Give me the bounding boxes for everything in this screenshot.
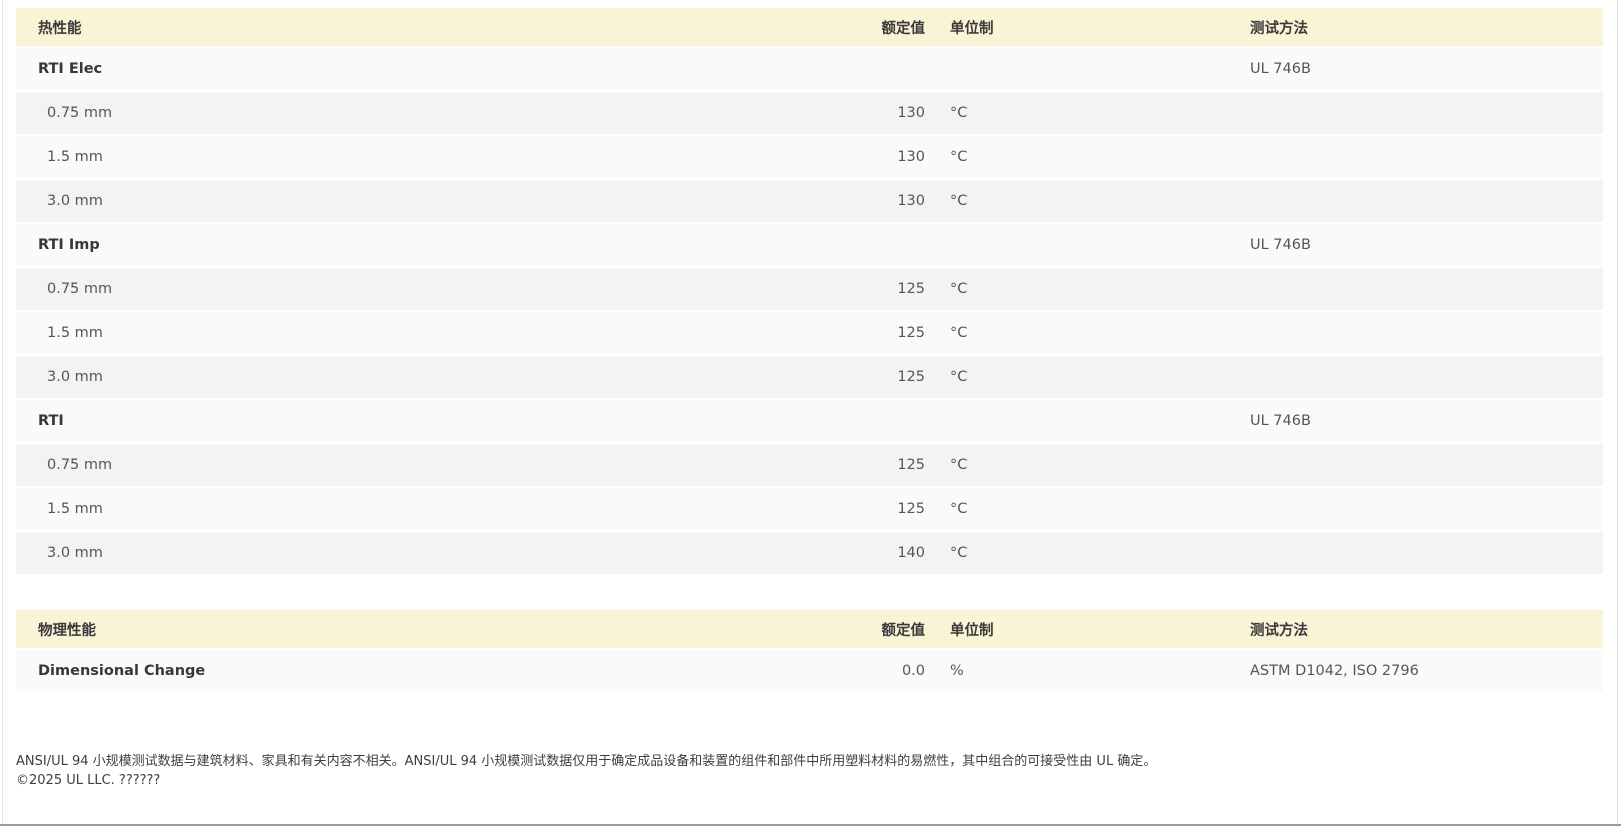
ansi-ul94-footnote: ANSI/UL 94 小规模测试数据与建筑材料、家具和有关内容不相关。ANSI/… [16,754,1157,769]
row-property-name: 3.0 mm [47,545,103,561]
row-property-name: RTI [38,413,64,429]
copyright-line: ©2025 UL LLC. ?????? [16,773,161,788]
row-rated-value: 125 [897,325,925,341]
row-rated-value: 130 [897,149,925,165]
row-property-name: RTI Imp [38,237,100,253]
physical-table-header-row: 物理性能 额定值 单位制 测试方法 [16,610,1603,650]
row-property-name: 0.75 mm [47,105,113,121]
row-unit: °C [950,105,968,121]
row-rated-value: 125 [897,281,925,297]
column-header-method: 测试方法 [1250,622,1308,639]
column-header-unit: 单位制 [950,622,994,639]
row-property-name: Dimensional Change [38,663,206,679]
physical-properties-table: 物理性能 额定值 单位制 测试方法 Dimensional Change 0.0… [16,610,1603,694]
table-row: Dimensional Change 0.0 % ASTM D1042, ISO… [16,650,1603,694]
row-unit: °C [950,369,968,385]
table-row: 0.75 mm 125 °C [16,444,1603,488]
table-row: 0.75 mm 130 °C [16,92,1603,136]
column-header-value: 额定值 [881,622,926,639]
row-unit: % [950,663,964,679]
column-header-value: 额定值 [881,20,926,37]
datasheet-content: 热性能 额定值 单位制 测试方法 RTI Elec UL 746B 0.75 m… [0,0,1621,790]
page-bottom-rule [0,824,1621,826]
row-property-name: 3.0 mm [47,193,103,209]
row-property-name: 0.75 mm [47,457,113,473]
page-right-border [1617,0,1618,827]
row-unit: °C [950,457,968,473]
row-rated-value: 0.0 [901,663,925,679]
table-row: RTI UL 746B [16,400,1603,444]
thermal-properties-table: 热性能 额定值 单位制 测试方法 RTI Elec UL 746B 0.75 m… [16,8,1603,576]
physical-table-title: 物理性能 [38,622,96,639]
table-row: 0.75 mm 125 °C [16,268,1603,312]
row-rated-value: 140 [897,545,925,561]
row-property-name: RTI Elec [38,61,103,77]
row-property-name: 1.5 mm [47,501,103,517]
table-row: 1.5 mm 130 °C [16,136,1603,180]
row-unit: °C [950,325,968,341]
thermal-table-header-row: 热性能 额定值 单位制 测试方法 [16,8,1603,48]
row-rated-value: 125 [897,501,925,517]
row-rated-value: 130 [897,105,925,121]
table-row: RTI Elec UL 746B [16,48,1603,92]
row-test-method: UL 746B [1250,61,1311,77]
row-property-name: 1.5 mm [47,149,103,165]
row-test-method: UL 746B [1250,237,1311,253]
table-row: RTI Imp UL 746B [16,224,1603,268]
row-unit: °C [950,193,968,209]
table-row: 3.0 mm 130 °C [16,180,1603,224]
row-unit: °C [950,281,968,297]
row-property-name: 0.75 mm [47,281,113,297]
row-unit: °C [950,501,968,517]
table-row: 1.5 mm 125 °C [16,488,1603,532]
row-rated-value: 125 [897,369,925,385]
footer: ANSI/UL 94 小规模测试数据与建筑材料、家具和有关内容不相关。ANSI/… [16,752,1603,790]
table-row: 1.5 mm 125 °C [16,312,1603,356]
row-test-method: ASTM D1042, ISO 2796 [1250,663,1419,679]
row-rated-value: 130 [897,193,925,209]
column-header-unit: 单位制 [950,20,994,37]
row-rated-value: 125 [897,457,925,473]
column-header-method: 测试方法 [1250,20,1308,37]
row-unit: °C [950,149,968,165]
row-property-name: 1.5 mm [47,325,103,341]
table-row: 3.0 mm 125 °C [16,356,1603,400]
row-unit: °C [950,545,968,561]
page-left-border [2,0,3,827]
row-test-method: UL 746B [1250,413,1311,429]
thermal-table-title: 热性能 [38,20,82,37]
row-property-name: 3.0 mm [47,369,103,385]
table-row: 3.0 mm 140 °C [16,532,1603,576]
